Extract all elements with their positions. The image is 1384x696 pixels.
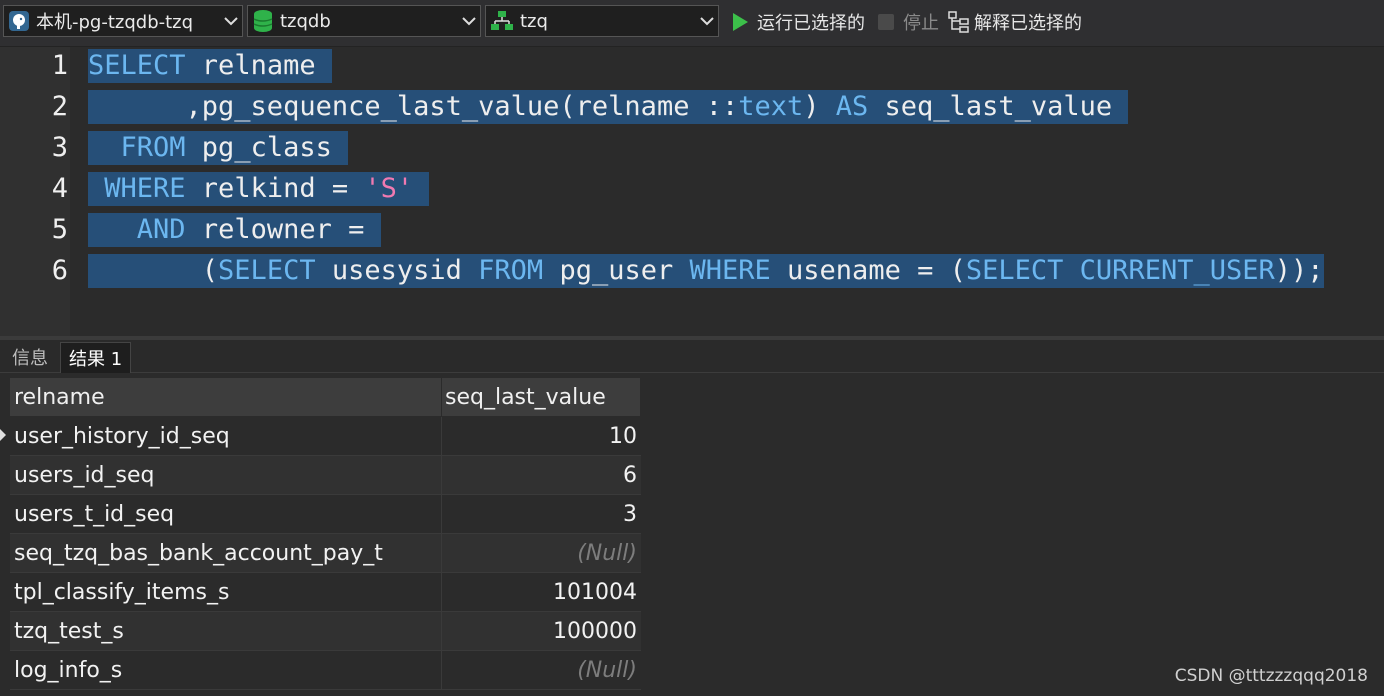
connection-label: 本机-pg-tzqdb-tzq xyxy=(36,12,194,33)
sql-keyword: SELECT xyxy=(965,255,1064,286)
explain-selected-button[interactable]: 解释已选择的 xyxy=(948,8,1082,36)
sql-text: relkind = xyxy=(185,173,365,204)
database-icon xyxy=(252,9,274,33)
tab-info[interactable]: 信息 xyxy=(4,342,56,372)
tab-result-1[interactable]: 结果 1 xyxy=(60,342,132,373)
cell-seq-last-value[interactable]: (Null) xyxy=(442,651,641,689)
sql-text: relname xyxy=(185,50,332,81)
chevron-down-icon xyxy=(696,16,718,26)
cell-seq-last-value[interactable]: 6 xyxy=(442,456,641,494)
sql-keyword: WHERE xyxy=(104,173,186,204)
sql-text: ( xyxy=(88,255,219,286)
cell-seq-last-value[interactable]: 101004 xyxy=(442,573,641,611)
explain-icon xyxy=(948,11,970,33)
sql-text: ) xyxy=(803,91,836,122)
cell-seq-last-value[interactable]: 100000 xyxy=(442,612,641,650)
toolbar: 本机-pg-tzqdb-tzq tzqdb tzq 运行已选择的 停止 解释已选… xyxy=(0,0,1384,47)
chevron-down-icon xyxy=(458,16,480,26)
play-icon xyxy=(731,12,749,32)
stop-icon xyxy=(877,13,895,31)
sql-keyword: FROM xyxy=(120,132,186,163)
chevron-down-icon xyxy=(220,16,242,26)
table-row[interactable]: seq_tzq_bas_bank_account_pay_t (Null) xyxy=(10,534,641,573)
cell-relname[interactable]: seq_tzq_bas_bank_account_pay_t xyxy=(10,534,442,572)
cell-relname[interactable]: users_t_id_seq xyxy=(10,495,442,533)
explain-selected-label: 解释已选择的 xyxy=(974,13,1082,34)
code-line[interactable]: ,pg_sequence_last_value(relname ::text) … xyxy=(88,90,1129,124)
sql-text: usename = ( xyxy=(770,255,966,286)
sql-keyword: AND xyxy=(136,214,186,245)
stop-label: 停止 xyxy=(903,13,939,34)
sql-keyword: CURRENT_USER xyxy=(1079,255,1275,286)
code-line[interactable]: FROM pg_class xyxy=(88,131,349,165)
table-row[interactable]: users_t_id_seq 3 xyxy=(10,495,641,534)
column-header-seq-last-value[interactable]: seq_last_value xyxy=(442,378,641,416)
database-select[interactable]: tzqdb xyxy=(247,5,481,37)
run-selected-label: 运行已选择的 xyxy=(757,13,865,34)
line-number: 3 xyxy=(51,132,68,163)
results-tab-bar: 信息 结果 1 xyxy=(0,340,1384,373)
cell-relname[interactable]: tzq_test_s xyxy=(10,612,442,650)
line-number: 2 xyxy=(51,91,68,122)
sql-string: 'S' xyxy=(364,173,414,204)
sql-keyword: FROM xyxy=(478,255,544,286)
code-line[interactable]: WHERE relkind = 'S' xyxy=(88,172,430,206)
line-number: 1 xyxy=(51,50,68,81)
table-row[interactable]: user_history_id_seq 10 xyxy=(0,417,641,456)
connection-select[interactable]: 本机-pg-tzqdb-tzq xyxy=(3,5,243,37)
table-row[interactable]: log_info_s (Null) xyxy=(10,651,641,690)
stop-button[interactable]: 停止 xyxy=(877,8,939,36)
line-number: 5 xyxy=(51,214,68,245)
line-number: 4 xyxy=(51,173,68,204)
sql-keyword: text xyxy=(738,91,804,122)
cell-relname[interactable]: log_info_s xyxy=(10,651,442,689)
sql-text: relowner = xyxy=(185,214,381,245)
schema-select[interactable]: tzq xyxy=(485,5,719,37)
sql-keyword: AS xyxy=(835,91,869,122)
database-label: tzqdb xyxy=(280,10,331,32)
cell-relname[interactable]: user_history_id_seq xyxy=(10,417,442,455)
cell-relname[interactable]: users_id_seq xyxy=(10,456,442,494)
code-line[interactable]: AND relowner = xyxy=(88,213,381,247)
table-row[interactable]: users_id_seq 6 xyxy=(10,456,641,495)
sql-text: pg_class xyxy=(185,132,349,163)
sql-text: seq_last_value xyxy=(868,91,1129,122)
code-line[interactable]: (SELECT usesysid FROM pg_user WHERE usen… xyxy=(88,254,1324,288)
sql-keyword: SELECT xyxy=(88,50,186,81)
cell-relname[interactable]: tpl_classify_items_s xyxy=(10,573,442,611)
sql-keyword: WHERE xyxy=(689,255,771,286)
sql-text: usesysid xyxy=(315,255,479,286)
code-line[interactable]: SELECT relname xyxy=(88,49,332,83)
schema-label: tzq xyxy=(520,10,548,32)
column-header-relname[interactable]: relname xyxy=(10,378,442,416)
sql-text: )); xyxy=(1274,255,1324,286)
cell-seq-last-value[interactable]: (Null) xyxy=(442,534,641,572)
sql-text: ,pg_sequence_last_value(relname :: xyxy=(88,91,739,122)
line-number: 6 xyxy=(51,255,68,286)
run-selected-button[interactable]: 运行已选择的 xyxy=(731,8,865,36)
schema-icon xyxy=(490,10,514,32)
postgres-elephant-icon xyxy=(8,10,30,32)
table-row[interactable]: tpl_classify_items_s 101004 xyxy=(10,573,641,612)
sql-text: pg_user xyxy=(543,255,690,286)
current-row-indicator-icon xyxy=(0,429,6,441)
cell-seq-last-value[interactable]: 3 xyxy=(442,495,641,533)
sql-editor[interactable]: 1 SELECT relname 2 ,pg_sequence_last_valu… xyxy=(0,47,1384,336)
watermark: CSDN @tttzzzqqq2018 xyxy=(1174,666,1368,686)
table-row[interactable]: tzq_test_s 100000 xyxy=(10,612,641,651)
cell-seq-last-value[interactable]: 10 xyxy=(442,417,641,455)
sql-keyword: SELECT xyxy=(218,255,316,286)
